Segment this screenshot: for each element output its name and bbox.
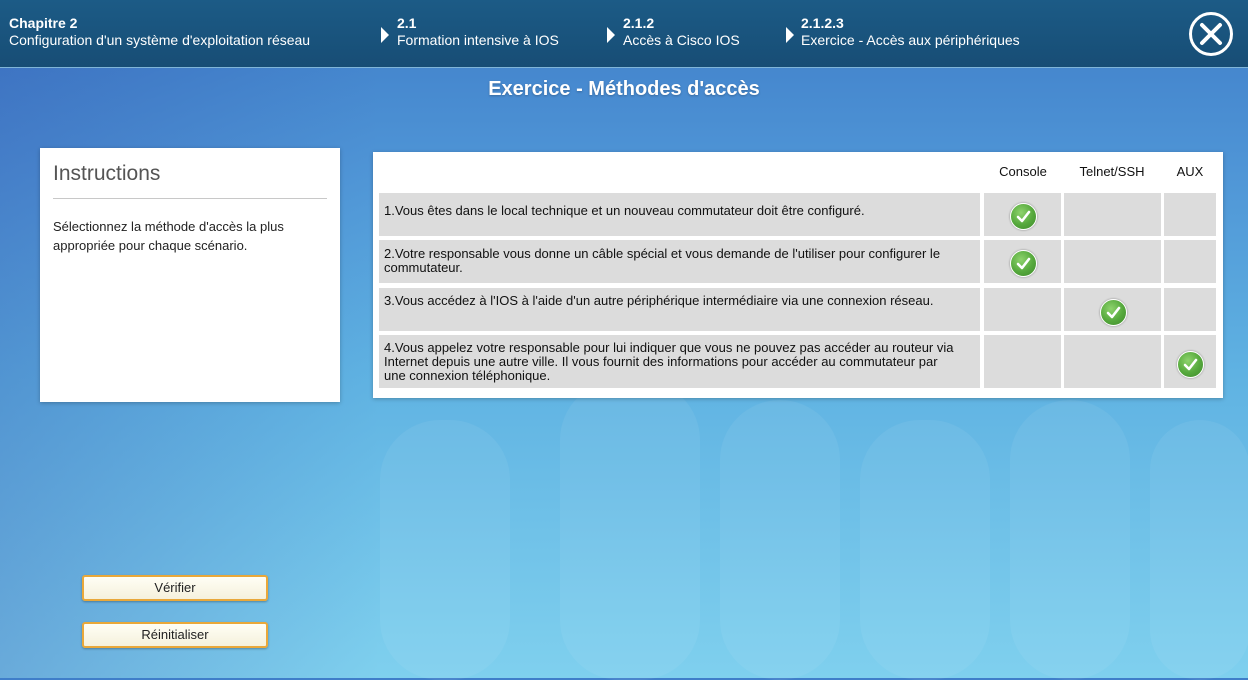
question-cell: 4.Vous appelez votre responsable pour lu… [379, 335, 980, 388]
background-shape [380, 420, 510, 680]
question-text: 2.Votre responsable vous donne un câble … [384, 246, 941, 275]
instructions-heading: Instructions [53, 162, 327, 199]
question-text: 3.Vous accédez à l'IOS à l'aide d'un aut… [384, 293, 934, 308]
answer-cell-aux[interactable] [1164, 240, 1216, 283]
answer-cell-aux[interactable] [1164, 288, 1216, 331]
instructions-text: Sélectionnez la méthode d'accès la plus … [53, 219, 284, 253]
background-shape [1010, 400, 1130, 680]
chevron-right-icon [786, 27, 794, 43]
answer-cell-console[interactable] [984, 193, 1061, 236]
green-check-icon [1100, 299, 1127, 326]
column-header-console: Console [999, 164, 1047, 179]
column-header-aux: AUX [1176, 164, 1204, 179]
answer-cell-aux[interactable] [1164, 335, 1216, 388]
answer-cell-aux[interactable] [1164, 193, 1216, 236]
chevron-right-icon [381, 27, 389, 43]
verify-button[interactable]: Vérifier [82, 575, 268, 601]
answer-cell-console[interactable] [984, 240, 1061, 283]
reset-button[interactable]: Réinitialiser [82, 622, 268, 648]
instructions-panel: Instructions Sélectionnez la méthode d'a… [40, 148, 340, 402]
answer-cell-telnet-ssh[interactable] [1064, 240, 1161, 283]
answer-cell-console[interactable] [984, 335, 1061, 388]
question-text: 4.Vous appelez votre responsable pour lu… [384, 340, 954, 383]
close-button[interactable] [1189, 12, 1233, 56]
breadcrumb-header: Chapitre 2 Configuration d'un système d'… [0, 0, 1248, 68]
page-title: Exercice - Méthodes d'accès [488, 78, 760, 100]
question-cell: 2.Votre responsable vous donne un câble … [379, 240, 980, 283]
breadcrumb-number: 2.1 [397, 15, 417, 31]
breadcrumb-section[interactable]: 2.1 Formation intensive à IOS [397, 15, 559, 49]
breadcrumb-chapter[interactable]: Chapitre 2 Configuration d'un système d'… [9, 15, 310, 49]
breadcrumb-label: Configuration d'un système d'exploitatio… [9, 32, 311, 48]
close-x-icon [1200, 23, 1222, 45]
question-cell: 1.Vous êtes dans le local technique et u… [379, 193, 980, 236]
breadcrumb-number: 2.1.2 [623, 15, 655, 31]
breadcrumb-activity[interactable]: 2.1.2.3 Exercice - Accès aux périphériqu… [801, 15, 1020, 49]
access-methods-table: Console Telnet/SSH AUX 1.Vous êtes dans … [373, 152, 1223, 398]
background-shape [560, 380, 700, 680]
breadcrumb-subsection[interactable]: 2.1.2 Accès à Cisco IOS [623, 15, 740, 49]
breadcrumb-label: Exercice - Accès aux périphériques [801, 32, 1020, 48]
answer-cell-telnet-ssh[interactable] [1064, 335, 1161, 388]
chevron-right-icon [607, 27, 615, 43]
background-shape [720, 400, 840, 680]
breadcrumb-number: 2.1.2.3 [801, 15, 844, 31]
green-check-icon [1010, 203, 1037, 230]
background-shape [1150, 420, 1248, 680]
answer-cell-telnet-ssh[interactable] [1064, 288, 1161, 331]
answer-cell-console[interactable] [984, 288, 1061, 331]
answer-cell-telnet-ssh[interactable] [1064, 193, 1161, 236]
breadcrumb-label: Formation intensive à IOS [397, 32, 559, 48]
green-check-icon [1010, 250, 1037, 277]
column-header-telnet-ssh: Telnet/SSH [1079, 164, 1145, 179]
breadcrumb-number: Chapitre 2 [9, 15, 78, 31]
background-shape [860, 420, 990, 680]
question-cell: 3.Vous accédez à l'IOS à l'aide d'un aut… [379, 288, 980, 331]
breadcrumb-label: Accès à Cisco IOS [623, 32, 740, 48]
question-text: 1.Vous êtes dans le local technique et u… [384, 203, 865, 218]
green-check-icon [1177, 351, 1204, 378]
